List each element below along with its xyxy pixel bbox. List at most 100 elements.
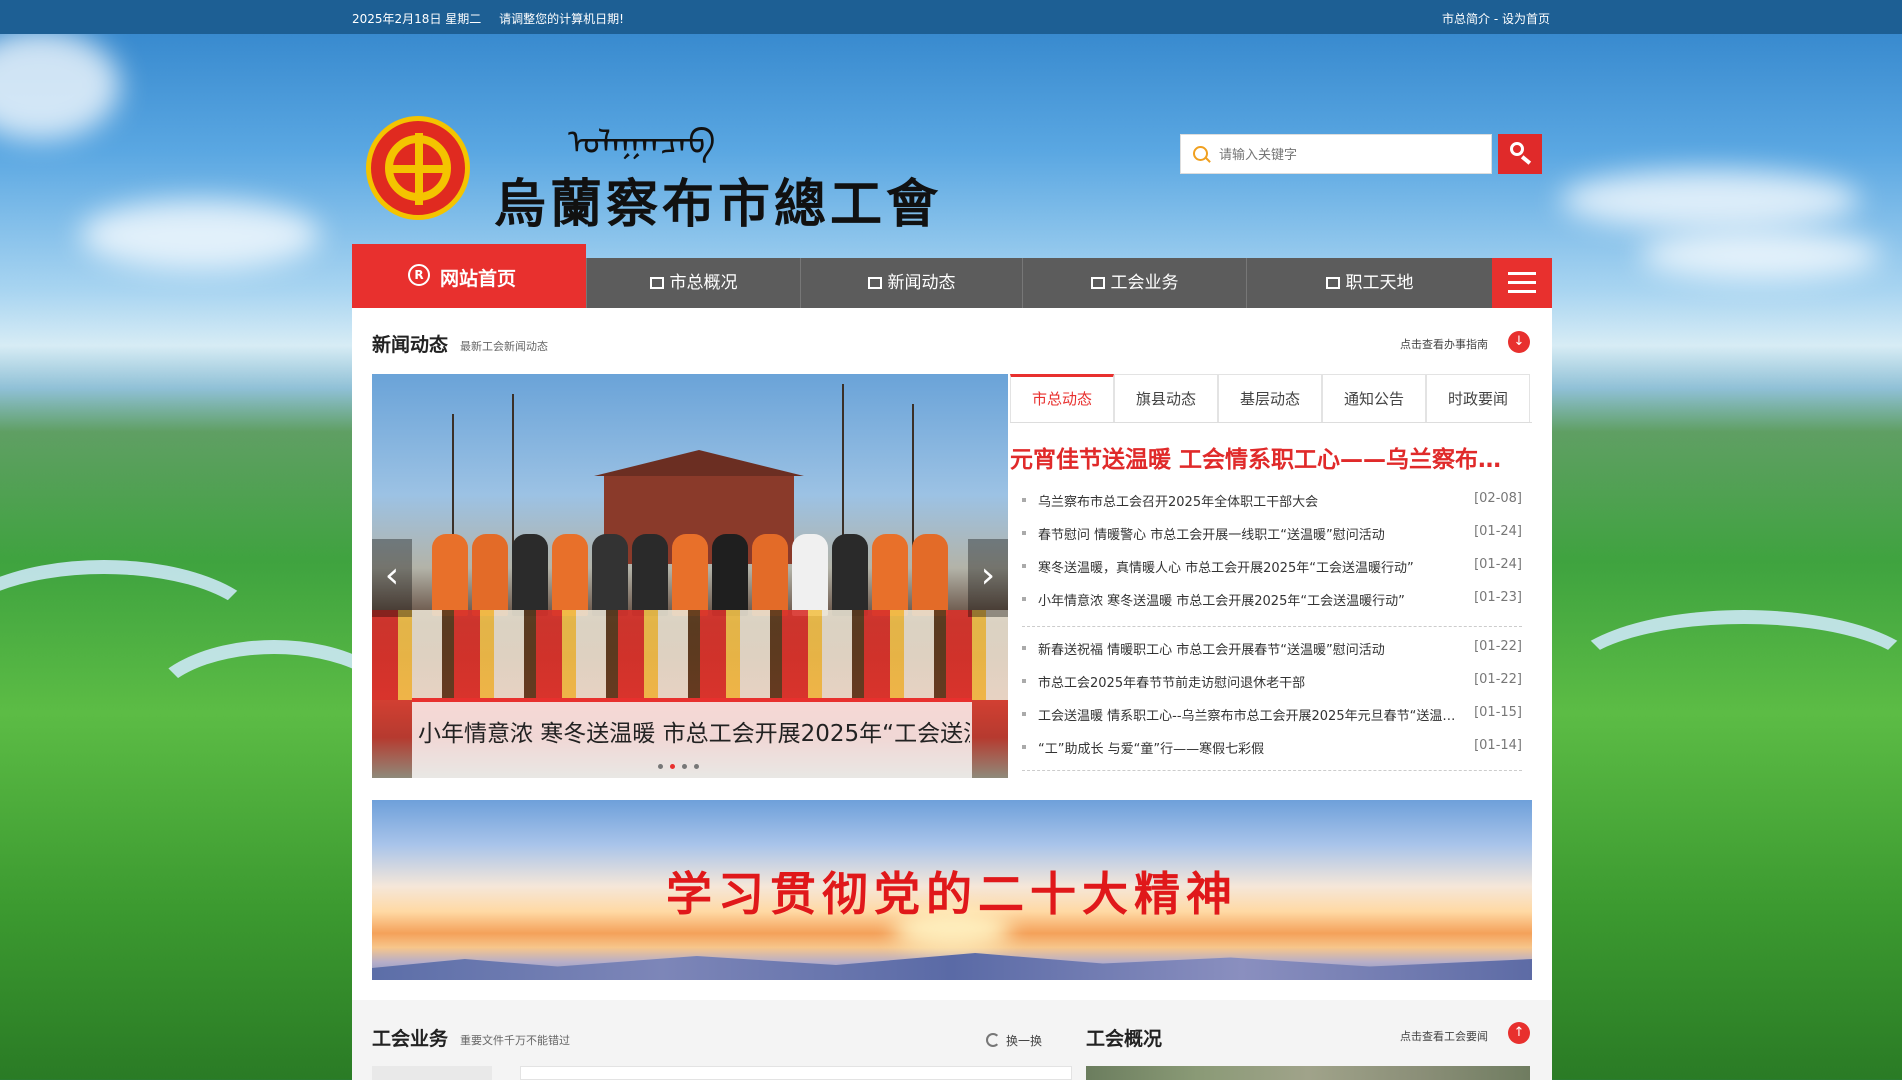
union-news-link[interactable]: 点击查看工会要闻 bbox=[1400, 1028, 1488, 1044]
union-business-subtitle: 重要文件千万不能错过 bbox=[460, 1034, 570, 1047]
person bbox=[752, 534, 788, 616]
logo-mongolian-script: ᠤᠯᠠᠭᠠᠨᠴᠠᠪ bbox=[568, 123, 716, 163]
person bbox=[512, 534, 548, 616]
slider-dots bbox=[658, 758, 706, 773]
list-item[interactable]: 春节慰问 情暖警心 市总工会开展一线职工“送温暖”慰问活动 [01-24] bbox=[1022, 523, 1522, 543]
headline-link[interactable]: 元宵佳节送温暖 工会情系职工心——乌兰察布市总工会开展元宵节慰问活动 bbox=[1010, 440, 1522, 474]
union-emblem-logo[interactable] bbox=[366, 116, 470, 220]
news-title: “工”助成长 与爱“童”行——寒假七彩假 bbox=[1038, 742, 1265, 757]
bullet bbox=[1022, 679, 1026, 683]
menu-icon-line bbox=[1508, 290, 1536, 293]
tab-current-affairs[interactable]: 时政要闻 bbox=[1426, 374, 1530, 422]
business-thumb[interactable] bbox=[372, 1066, 492, 1080]
tab-county-news[interactable]: 旗县动态 bbox=[1114, 374, 1218, 422]
monitor-icon bbox=[649, 277, 664, 289]
person bbox=[552, 534, 588, 616]
list-item[interactable]: 乌兰察布市总工会召开2025年全体职工干部大会 [02-08] bbox=[1022, 490, 1522, 510]
person bbox=[592, 534, 628, 616]
news-section-title: 新闻动态 bbox=[372, 334, 449, 356]
news-date: [01-23] bbox=[1474, 590, 1522, 605]
list-divider bbox=[1022, 770, 1522, 771]
registered-icon: R bbox=[408, 264, 430, 286]
refresh-label: 换一换 bbox=[1006, 1034, 1043, 1048]
list-item[interactable]: 小年情意浓 寒冬送温暖 市总工会开展2025年“工会送温暖行动” [01-23] bbox=[1022, 589, 1522, 609]
list-item[interactable]: “工”助成长 与爱“童”行——寒假七彩假 [01-14] bbox=[1022, 737, 1522, 757]
mountain-silhouette bbox=[372, 953, 1532, 980]
person bbox=[432, 534, 468, 616]
slider-dot[interactable] bbox=[694, 764, 699, 769]
bullet bbox=[1022, 531, 1026, 535]
arrow-down-icon[interactable]: ↓ bbox=[1508, 331, 1530, 353]
emblem-vbar bbox=[415, 133, 423, 205]
tab-grassroots-news[interactable]: 基层动态 bbox=[1218, 374, 1322, 422]
study-banner[interactable]: 学习贯彻党的二十大精神 bbox=[372, 800, 1532, 980]
bullet bbox=[1022, 745, 1026, 749]
tab-city-news[interactable]: 市总动态 bbox=[1010, 374, 1114, 422]
slider-dot[interactable] bbox=[682, 764, 687, 769]
guide-link[interactable]: 点击查看办事指南 bbox=[1400, 336, 1488, 352]
overview-thumbs[interactable] bbox=[1086, 1066, 1530, 1080]
list-divider bbox=[1022, 626, 1522, 627]
nav-item-label: 市总概况 bbox=[669, 273, 738, 293]
refresh-button[interactable]: 换一换 bbox=[986, 1032, 1042, 1049]
printer-icon bbox=[1325, 277, 1340, 289]
nav-item-news[interactable]: 新闻动态 bbox=[800, 258, 1022, 308]
nav-item-union-business[interactable]: 工会业务 bbox=[1022, 258, 1246, 308]
date-notice: 请调整您的计算机日期! bbox=[499, 12, 624, 26]
person bbox=[632, 534, 668, 616]
menu-icon-line bbox=[1508, 281, 1536, 284]
person bbox=[912, 534, 948, 616]
slider-dot-active[interactable] bbox=[670, 764, 675, 769]
menu-icon-line bbox=[1508, 272, 1536, 275]
person bbox=[672, 534, 708, 616]
news-title: 乌兰察布市总工会召开2025年全体职工干部大会 bbox=[1038, 495, 1319, 510]
magnifier-handle bbox=[1520, 155, 1532, 165]
news-date: [01-22] bbox=[1474, 639, 1522, 654]
banner-text: 学习贯彻党的二十大精神 bbox=[666, 867, 1238, 921]
list-item[interactable]: 新春送祝福 情暖职工心 市总工会开展春节“送温暖”慰问活动 [01-22] bbox=[1022, 638, 1522, 658]
list-item[interactable]: 寒冬送温暖，真情暖人心 市总工会开展2025年“工会送温暖行动” [01-24] bbox=[1022, 556, 1522, 576]
news-title: 小年情意浓 寒冬送温暖 市总工会开展2025年“工会送温暖行动” bbox=[1038, 594, 1405, 609]
cloud-decoration bbox=[1640, 230, 1880, 280]
news-tabs: 市总动态 旗县动态 基层动态 通知公告 时政要闻 bbox=[1010, 374, 1532, 423]
topbar-links[interactable]: 市总简介 - 设为首页 bbox=[1442, 10, 1550, 27]
house-roof bbox=[594, 450, 804, 476]
search-button[interactable] bbox=[1498, 134, 1542, 174]
bullet bbox=[1022, 646, 1026, 650]
list-item[interactable]: 市总工会2025年春节节前走访慰问退休老干部 [01-22] bbox=[1022, 671, 1522, 691]
magnifier-icon bbox=[1510, 142, 1524, 156]
slider-prev-button[interactable]: ‹ bbox=[372, 539, 412, 617]
arrow-up-icon[interactable]: ↑ bbox=[1508, 1022, 1530, 1044]
nav-item-worker-world[interactable]: 职工天地 bbox=[1246, 258, 1492, 308]
menu-button[interactable] bbox=[1492, 258, 1552, 308]
nav-item-label: 工会业务 bbox=[1110, 273, 1179, 293]
list-item[interactable]: 工会送温暖 情系职工心--乌兰察布市总工会开展2025年元旦春节“送温暖”活动 [… bbox=[1022, 704, 1522, 724]
news-section-subtitle: 最新工会新闻动态 bbox=[460, 340, 548, 353]
bullet bbox=[1022, 498, 1026, 502]
search-icon bbox=[1193, 146, 1208, 161]
tab-notices[interactable]: 通知公告 bbox=[1322, 374, 1426, 422]
search-input[interactable] bbox=[1217, 144, 1481, 166]
news-date: [01-15] bbox=[1474, 705, 1522, 720]
current-date: 2025年2月18日 星期二 bbox=[352, 12, 482, 26]
slider-caption-text: 小年情意浓 寒冬送温暖 市总工会开展2025年“工会送温暖行动” bbox=[418, 721, 970, 747]
bullet bbox=[1022, 564, 1026, 568]
news-date: [01-14] bbox=[1474, 738, 1522, 753]
person bbox=[792, 534, 828, 616]
slider-next-button[interactable]: › bbox=[968, 539, 1008, 617]
news-title: 春节慰问 情暖警心 市总工会开展一线职工“送温暖”慰问活动 bbox=[1038, 528, 1385, 543]
news-title: 新春送祝福 情暖职工心 市总工会开展春节“送温暖”慰问活动 bbox=[1038, 643, 1385, 658]
news-date: [02-08] bbox=[1474, 491, 1522, 506]
nav-item-label: 新闻动态 bbox=[887, 273, 956, 293]
cloud-decoration bbox=[1560, 170, 1860, 230]
news-date: [01-24] bbox=[1474, 557, 1522, 572]
nav-item-city-overview[interactable]: 市总概况 bbox=[586, 258, 800, 308]
nav-home[interactable]: R 网站首页 bbox=[352, 244, 586, 308]
business-list-box bbox=[520, 1066, 1072, 1080]
nav-home-label: 网站首页 bbox=[440, 268, 517, 290]
news-slider[interactable]: ‹ › 小年情意浓 寒冬送温暖 市总工会开展2025年“工会送温暖行动” bbox=[372, 374, 1008, 778]
search-box bbox=[1180, 134, 1492, 174]
person bbox=[872, 534, 908, 616]
nav-item-label: 职工天地 bbox=[1345, 273, 1414, 293]
slider-dot[interactable] bbox=[658, 764, 663, 769]
